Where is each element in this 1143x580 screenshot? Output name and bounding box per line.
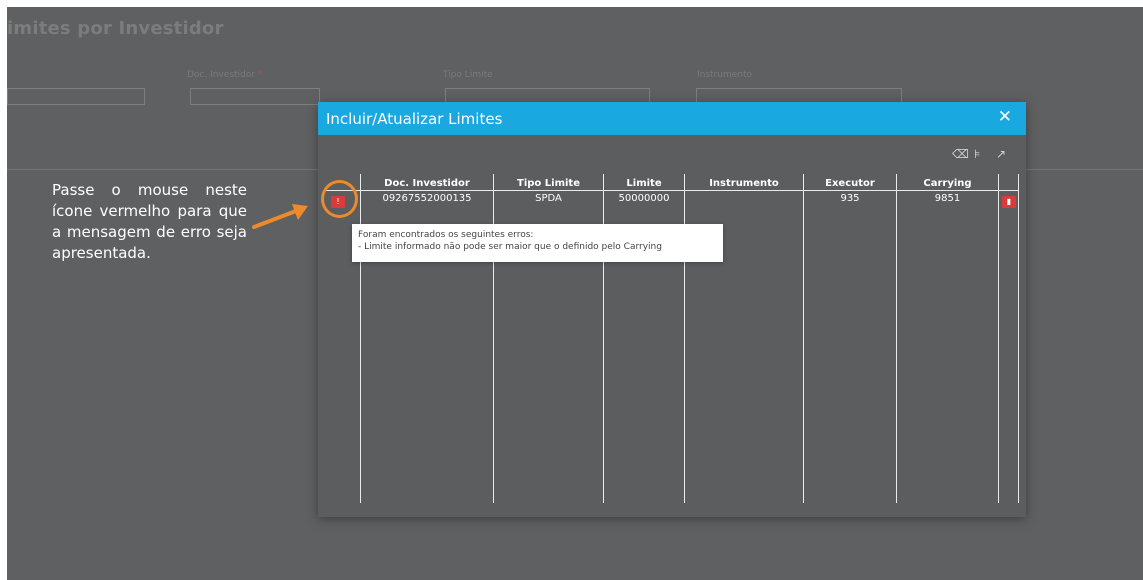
incluir-atualizar-modal: Incluir/Atualizar Limites ✕ ⌫ ⊧ ↗ Doc. I… (318, 102, 1026, 517)
cell-carrying: 9851 (934, 193, 961, 204)
highlight-circle (321, 180, 358, 218)
modal-header: Incluir/Atualizar Limites ✕ (318, 102, 1026, 135)
column-divider (896, 174, 897, 503)
doc-investidor-input[interactable] (190, 88, 320, 105)
cell-doc-investidor: 09267552000135 (382, 193, 472, 204)
tipo-limite-label: Tipo Limite (443, 70, 493, 80)
clear-filter-icon[interactable]: ⌫ (952, 147, 969, 161)
close-icon[interactable]: ✕ (998, 107, 1012, 127)
col-header-carrying[interactable]: Carrying (897, 178, 998, 191)
cell-limite: 50000000 (618, 193, 670, 204)
column-divider (803, 174, 804, 503)
cell-tipo-limite: SPDA (535, 193, 562, 204)
expand-icon[interactable]: ↗ (996, 147, 1006, 161)
instruction-annotation: Passe o mouse neste ícone vermelho para … (52, 181, 247, 262)
column-divider (1018, 174, 1019, 503)
page-title: imites por Investidor (7, 18, 224, 39)
tooltip-line-1: Foram encontrados os seguintes erros: (358, 230, 534, 240)
modal-title: Incluir/Atualizar Limites (326, 110, 503, 128)
col-header-doc-investidor[interactable]: Doc. Investidor (361, 178, 493, 191)
cell-executor: 935 (840, 193, 860, 204)
delete-icon[interactable]: ▮ (1002, 196, 1016, 208)
left-filter-input[interactable] (7, 88, 145, 105)
col-header-tipo-limite[interactable]: Tipo Limite (494, 178, 603, 191)
doc-investidor-label: Doc. Investidor * (187, 70, 263, 80)
col-header-executor[interactable]: Executor (804, 178, 896, 191)
col-header-instrumento[interactable]: Instrumento (685, 178, 803, 191)
instrumento-label: Instrumento (697, 70, 753, 80)
filter-icon[interactable]: ⊧ (974, 147, 980, 161)
col-header-limite[interactable]: Limite (604, 178, 684, 191)
error-tooltip: Foram encontrados os seguintes erros: - … (352, 224, 723, 262)
column-divider (998, 174, 999, 503)
tooltip-line-2: - Limite informado não pode ser maior qu… (358, 242, 662, 252)
app-screen: imites por Investidor Doc. Investidor * … (7, 7, 1143, 580)
cell-instrumento (685, 193, 803, 206)
orange-arrow-icon (252, 204, 308, 229)
